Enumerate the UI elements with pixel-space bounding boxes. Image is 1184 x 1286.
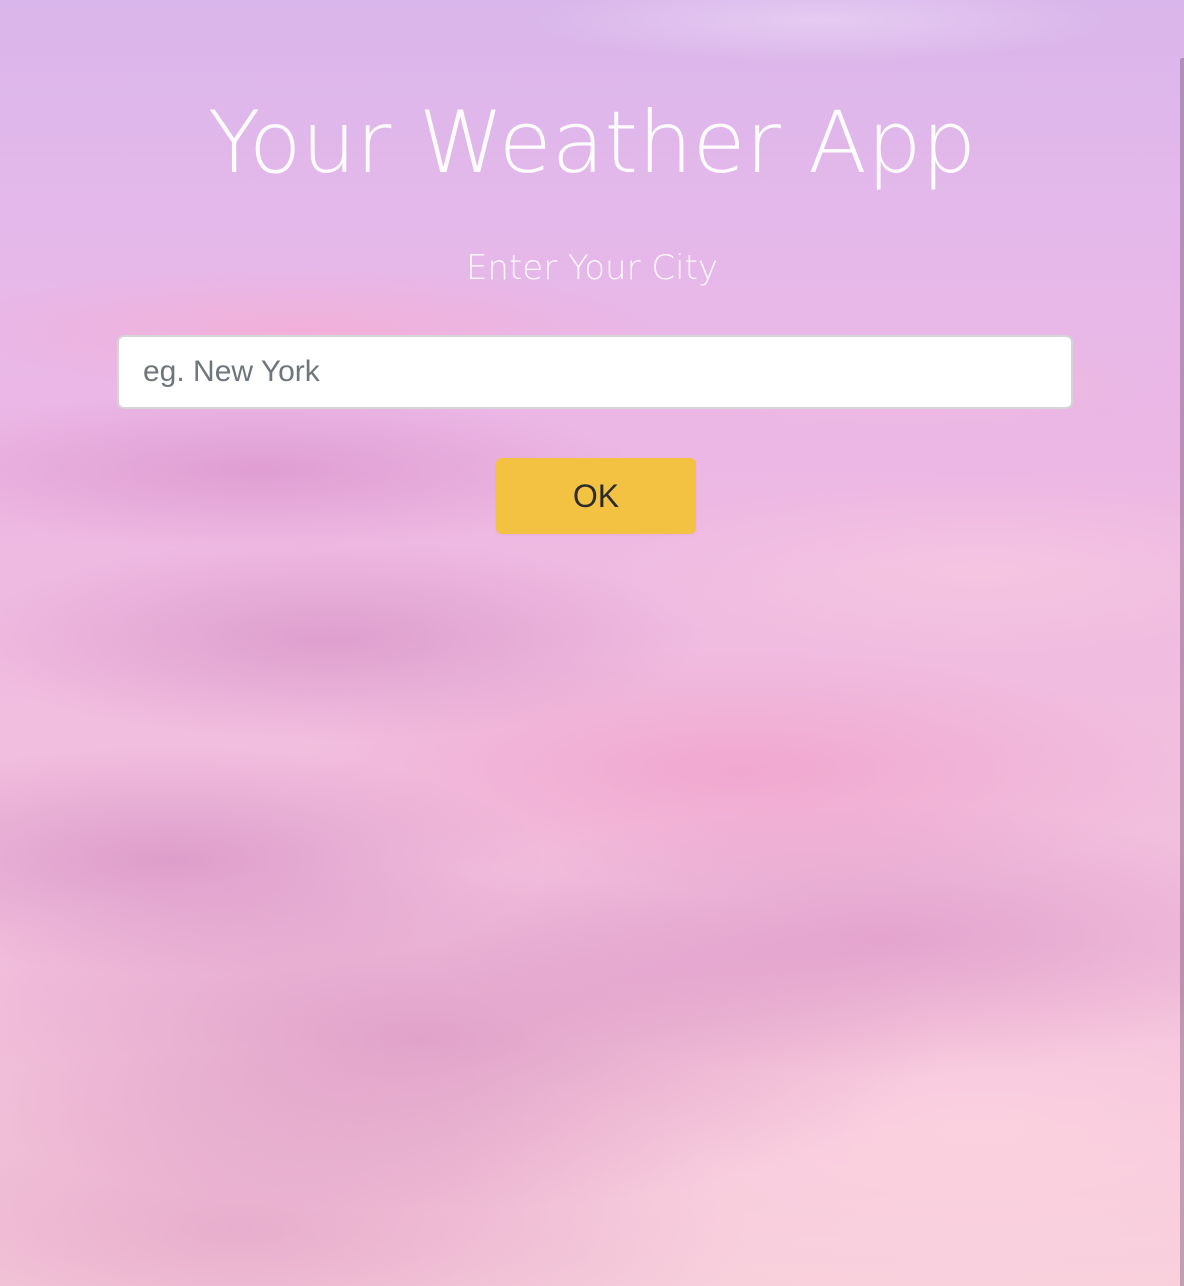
city-search-input[interactable] <box>117 335 1073 409</box>
page-title: Your Weather App <box>207 93 977 193</box>
city-prompt: Enter Your City <box>465 248 719 288</box>
ok-button[interactable]: OK <box>496 458 696 534</box>
weather-app-main: Your Weather App Enter Your City OK <box>0 0 1184 1286</box>
